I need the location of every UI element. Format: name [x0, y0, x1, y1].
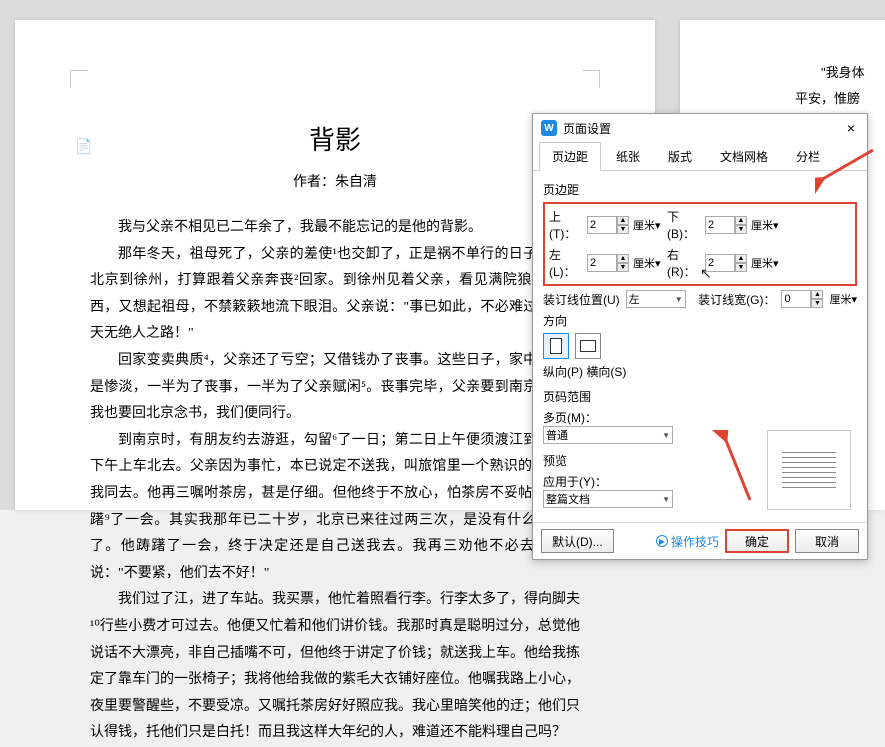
margin-top-label: 上(T)：	[549, 208, 587, 242]
spin-up-icon[interactable]: ▲	[617, 216, 629, 225]
margin-bottom-input[interactable]: ▲▼	[705, 216, 751, 234]
spin-up-icon[interactable]: ▲	[811, 290, 823, 299]
multipage-select[interactable]: 普通▼	[543, 426, 673, 444]
orientation-landscape[interactable]	[575, 333, 601, 359]
spin-up-icon[interactable]: ▲	[617, 254, 629, 263]
dialog-titlebar[interactable]: W 页面设置 ×	[533, 114, 867, 142]
spin-down-icon[interactable]: ▼	[811, 299, 823, 308]
gutter-pos-select[interactable]: 左▼	[626, 290, 686, 308]
wps-logo-icon: W	[541, 120, 557, 136]
preview-box	[767, 430, 851, 510]
range-heading: 页码范围	[543, 388, 857, 405]
page-setup-dialog: W 页面设置 × 页边距 纸张 版式 文档网格 分栏 页边距 上(T)： ▲▼ …	[532, 113, 868, 560]
margin-right-input[interactable]: ▲▼	[705, 254, 751, 272]
close-icon[interactable]: ×	[843, 120, 859, 136]
spin-down-icon[interactable]: ▼	[617, 263, 629, 272]
document-author: 作者：朱自清	[90, 171, 580, 191]
margin-bottom-label: 下(B)：	[667, 208, 705, 242]
spin-up-icon[interactable]: ▲	[735, 216, 747, 225]
margin-right-label: 右(R)：	[667, 246, 705, 280]
landscape-page-icon	[580, 340, 596, 352]
ok-button[interactable]: 确定	[725, 529, 789, 553]
chevron-down-icon: ▼	[662, 431, 670, 440]
document-title: 背影	[90, 120, 580, 157]
margin-corner-tr	[582, 70, 600, 88]
tab-docgrid[interactable]: 文档网格	[707, 142, 781, 170]
orientation-heading: 方向	[543, 312, 857, 329]
paragraph-mark-icon: 📄	[75, 138, 92, 155]
tips-link[interactable]: ▶ 操作技巧	[656, 533, 719, 550]
gutter-width-input[interactable]: ▲▼	[781, 290, 823, 308]
tab-columns[interactable]: 分栏	[783, 142, 833, 170]
multipage-label: 多页(M)：	[543, 409, 857, 426]
paragraph: 我们过了江，进了车站。我买票，他忙着照看行李。行李太多了，得向脚夫¹⁰行些小费才…	[90, 587, 580, 747]
margin-left-label: 左(L)：	[549, 246, 587, 280]
tab-margins[interactable]: 页边距	[539, 142, 601, 171]
spin-up-icon[interactable]: ▲	[735, 254, 747, 263]
margins-heading: 页边距	[543, 181, 857, 198]
tab-layout[interactable]: 版式	[655, 142, 705, 170]
margin-corner-tl	[70, 70, 88, 88]
chevron-down-icon: ▼	[662, 495, 670, 504]
orientation-caption: 纵向(P) 横向(S)	[543, 363, 857, 380]
gutter-pos-label: 装订线位置(U)	[543, 291, 620, 308]
spin-down-icon[interactable]: ▼	[735, 225, 747, 234]
default-button[interactable]: 默认(D)...	[541, 529, 614, 553]
document-body: 我与父亲不相见已二年余了，我最不能忘记的是他的背影。 那年冬天，祖母死了，父亲的…	[90, 215, 580, 747]
spin-down-icon[interactable]: ▼	[735, 263, 747, 272]
margin-top-input[interactable]: ▲▼	[587, 216, 633, 234]
paragraph: 到南京时，有朋友约去游逛，勾留⁶了一日；第二日上午便须渡江到浦口，下午上车北去。…	[90, 428, 580, 588]
margin-left-input[interactable]: ▲▼	[587, 254, 633, 272]
play-circle-icon: ▶	[656, 535, 668, 547]
cancel-button[interactable]: 取消	[795, 529, 859, 553]
paragraph: 我与父亲不相见已二年余了，我最不能忘记的是他的背影。	[90, 215, 580, 242]
portrait-page-icon	[550, 338, 562, 354]
chevron-down-icon: ▼	[675, 295, 683, 304]
dialog-title: 页面设置	[563, 120, 843, 137]
applyto-select[interactable]: 整篇文档▼	[543, 490, 673, 508]
margins-inputs-group: 上(T)： ▲▼ 厘米▾ 下(B)： ▲▼ 厘米▾ 左(L)： ▲▼ 厘米▾	[543, 202, 857, 286]
paragraph: 回家变卖典质⁴，父亲还了亏空；又借钱办了丧事。这些日子，家中光景很是惨淡，一半为…	[90, 348, 580, 428]
orientation-portrait[interactable]	[543, 333, 569, 359]
gutter-width-label: 装订线宽(G)：	[698, 291, 775, 308]
spin-down-icon[interactable]: ▼	[617, 225, 629, 234]
paragraph: 那年冬天，祖母死了，父亲的差使¹也交卸了，正是祸不单行的日子。我从北京到徐州，打…	[90, 242, 580, 348]
tab-paper[interactable]: 纸张	[603, 142, 653, 170]
